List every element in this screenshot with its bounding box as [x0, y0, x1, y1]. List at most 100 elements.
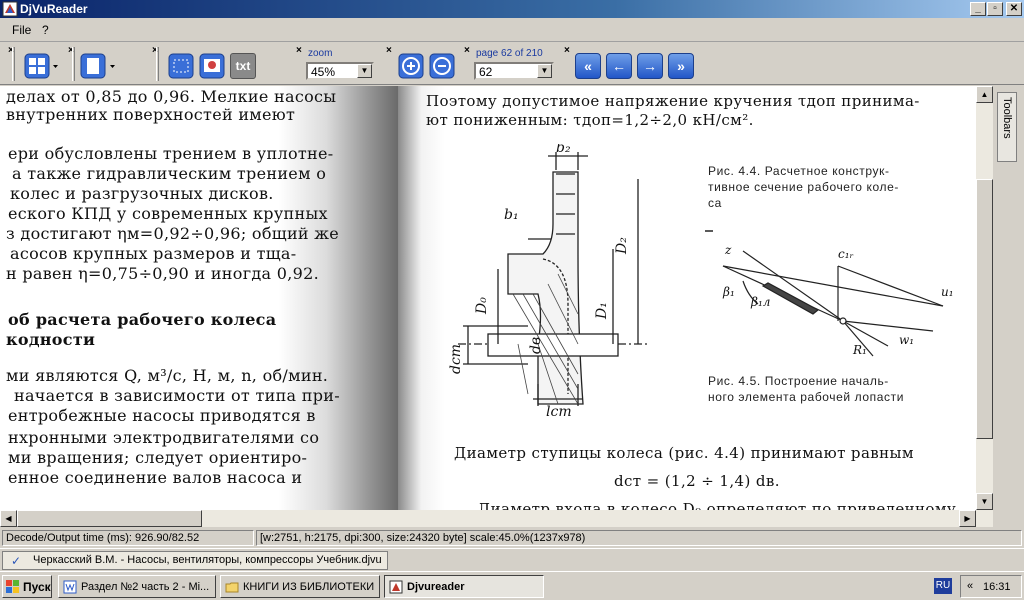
- toolbar-group-page-number: × page 62 of 210 62 ▼: [462, 45, 562, 83]
- scroll-up-button[interactable]: ▲: [976, 86, 993, 103]
- start-button[interactable]: Пуск: [2, 575, 52, 598]
- toolbar: × × × txt × zoom 45% ▼ × × page 62 of 21…: [0, 43, 1024, 85]
- taskbar-item-word[interactable]: Раздел №2 часть 2 - Mi...: [58, 575, 216, 598]
- text-line: внутренних поверхностей имеют: [6, 105, 296, 124]
- toolbar-close-icon[interactable]: ×: [564, 45, 570, 56]
- left-page: делах от 0,85 до 0,96. Мелкие насосы вну…: [0, 86, 398, 510]
- zoom-in-button[interactable]: [398, 53, 424, 79]
- maximize-button[interactable]: ▫: [987, 2, 1003, 16]
- right-page: Поэтому допустимое напряжение кручения τ…: [398, 86, 980, 510]
- taskbar: Пуск Раздел №2 часть 2 - Mi... КНИГИ ИЗ …: [0, 571, 1024, 600]
- scroll-down-button[interactable]: ▼: [976, 493, 993, 510]
- label-c1r: c₁ᵣ: [838, 247, 854, 261]
- double-right-arrow-icon: »: [677, 58, 685, 74]
- menu-file[interactable]: File: [12, 23, 31, 37]
- text-line: енное соединение валов насоса и: [8, 468, 303, 487]
- taskbar-item-label: Раздел №2 часть 2 - Mi...: [81, 581, 210, 593]
- figure-caption-line: тивное сечение рабочего коле-: [708, 180, 899, 194]
- first-page-button[interactable]: «: [575, 53, 601, 79]
- scroll-right-button[interactable]: ▶: [959, 510, 976, 527]
- chevron-down-icon[interactable]: ▼: [537, 64, 552, 78]
- layout-mode-button[interactable]: [24, 53, 60, 79]
- select-region-button[interactable]: [168, 53, 194, 79]
- minimize-button[interactable]: _: [970, 2, 986, 16]
- text-line: ентробежные насосы приводятся в: [8, 406, 316, 425]
- taskbar-item-folder[interactable]: КНИГИ ИЗ БИБЛИОТЕКИ: [220, 575, 380, 598]
- label-D1: D₁: [594, 302, 610, 320]
- double-left-arrow-icon: «: [584, 58, 592, 74]
- djvureader-app-icon: [389, 580, 403, 594]
- horizontal-scroll-thumb[interactable]: [17, 510, 202, 527]
- left-arrow-icon: ←: [612, 58, 626, 74]
- checkmark-icon: ✓: [11, 554, 22, 568]
- chevron-down-icon[interactable]: ▼: [357, 64, 372, 78]
- page-number-select[interactable]: 62 ▼: [474, 62, 554, 80]
- export-image-button[interactable]: [199, 53, 225, 79]
- document-viewport[interactable]: делах от 0,85 до 0,96. Мелкие насосы вну…: [0, 86, 1007, 510]
- system-tray: « 16:31: [960, 575, 1022, 598]
- zoom-out-button[interactable]: [429, 53, 455, 79]
- document-tab-bar: ✓ Черкасский В.М. - Насосы, вентиляторы,…: [0, 548, 1024, 570]
- figure-caption-line: ного элемента рабочей лопасти: [708, 390, 905, 404]
- window-title: DjVuReader: [20, 2, 88, 16]
- start-label: Пуск: [23, 580, 51, 594]
- toolbar-close-icon[interactable]: ×: [296, 45, 302, 56]
- text-line: Диаметр ступицы колеса (рис. 4.4) приним…: [454, 444, 914, 462]
- text-line: еского КПД у современных крупных: [8, 204, 328, 223]
- text-line: ми вращения; следует ориентиро-: [8, 448, 308, 467]
- vertical-scrollbar[interactable]: ▲ ▼: [976, 86, 993, 510]
- menu-help[interactable]: ?: [42, 23, 49, 37]
- taskbar-item-djvureader[interactable]: Djvureader: [384, 575, 544, 598]
- zoom-in-icon: [398, 53, 424, 79]
- scroll-left-button[interactable]: ◀: [0, 510, 17, 527]
- section-heading: об расчета рабочего колеса: [8, 310, 277, 329]
- clock[interactable]: 16:31: [983, 581, 1011, 593]
- layout-grid-icon: [24, 53, 58, 79]
- horizontal-scrollbar[interactable]: ◀ ▶: [0, 510, 993, 527]
- right-arrow-icon: →: [643, 58, 657, 74]
- label-R1: R₁: [852, 343, 867, 357]
- text-line: ери обусловлены трением в уплотне-: [8, 144, 334, 163]
- text-line: асосов крупных размеров и тща-: [10, 244, 297, 263]
- toolbar-group-zoom-buttons: ×: [384, 45, 462, 83]
- figure-caption-line: Рис. 4.5. Построение началь-: [708, 374, 889, 388]
- text-line: Поэтому допустимое напряжение кручения τ…: [426, 92, 920, 110]
- document-tab[interactable]: ✓ Черкасский В.М. - Насосы, вентиляторы,…: [2, 551, 388, 570]
- label-dst: dст: [448, 344, 464, 374]
- windows-logo-icon: [6, 580, 19, 593]
- page-view-button[interactable]: [80, 53, 120, 79]
- vertical-scroll-thumb[interactable]: [976, 179, 993, 439]
- impeller-section-figure: b₂ b₁ D₂ D₀ D₁ dст dв lст: [448, 144, 648, 420]
- language-indicator[interactable]: RU: [934, 578, 952, 594]
- picture-icon: [199, 53, 225, 79]
- text-line: ют пониженным: τдоп=1,2÷2,0 кН/см².: [426, 111, 754, 129]
- toolbar-close-icon[interactable]: ×: [386, 45, 392, 56]
- text-line: а также гидравлическим трением о: [12, 164, 327, 183]
- text-line: делах от 0,85 до 0,96. Мелкие насосы: [6, 87, 337, 106]
- label-w1: w₁: [899, 333, 914, 347]
- toolbar-grip[interactable]: [12, 47, 15, 81]
- decode-time-status: Decode/Output time (ms): 926.90/82.52: [2, 530, 254, 546]
- status-bar: Decode/Output time (ms): 926.90/82.52 [w…: [0, 528, 1024, 548]
- toolbar-group-tools: × txt: [150, 45, 260, 83]
- taskbar-item-label: Djvureader: [407, 581, 465, 593]
- menu-bar: File ?: [0, 18, 1024, 42]
- next-page-button[interactable]: →: [637, 53, 663, 79]
- taskbar-item-label: КНИГИ ИЗ БИБЛИОТЕКИ: [243, 581, 375, 593]
- toolbar-grip[interactable]: [72, 47, 75, 81]
- folder-icon: [225, 582, 239, 593]
- zoom-caption: zoom: [308, 48, 333, 59]
- previous-page-button[interactable]: ←: [606, 53, 632, 79]
- tray-expand-icon[interactable]: «: [967, 580, 973, 592]
- page-number-value: 62: [479, 65, 493, 79]
- zoom-select[interactable]: 45% ▼: [306, 62, 374, 80]
- toolbar-close-icon[interactable]: ×: [464, 45, 470, 56]
- close-button[interactable]: ✕: [1006, 2, 1022, 16]
- text-line: начается в зависимости от типа при-: [14, 386, 340, 405]
- text-mode-button[interactable]: txt: [230, 53, 256, 79]
- djvureader-app-icon: [2, 1, 18, 17]
- toolbar-grip[interactable]: [156, 47, 159, 81]
- figure-caption-line: са: [708, 196, 722, 210]
- last-page-button[interactable]: »: [668, 53, 694, 79]
- toolbars-tab[interactable]: Toolbars: [997, 92, 1017, 162]
